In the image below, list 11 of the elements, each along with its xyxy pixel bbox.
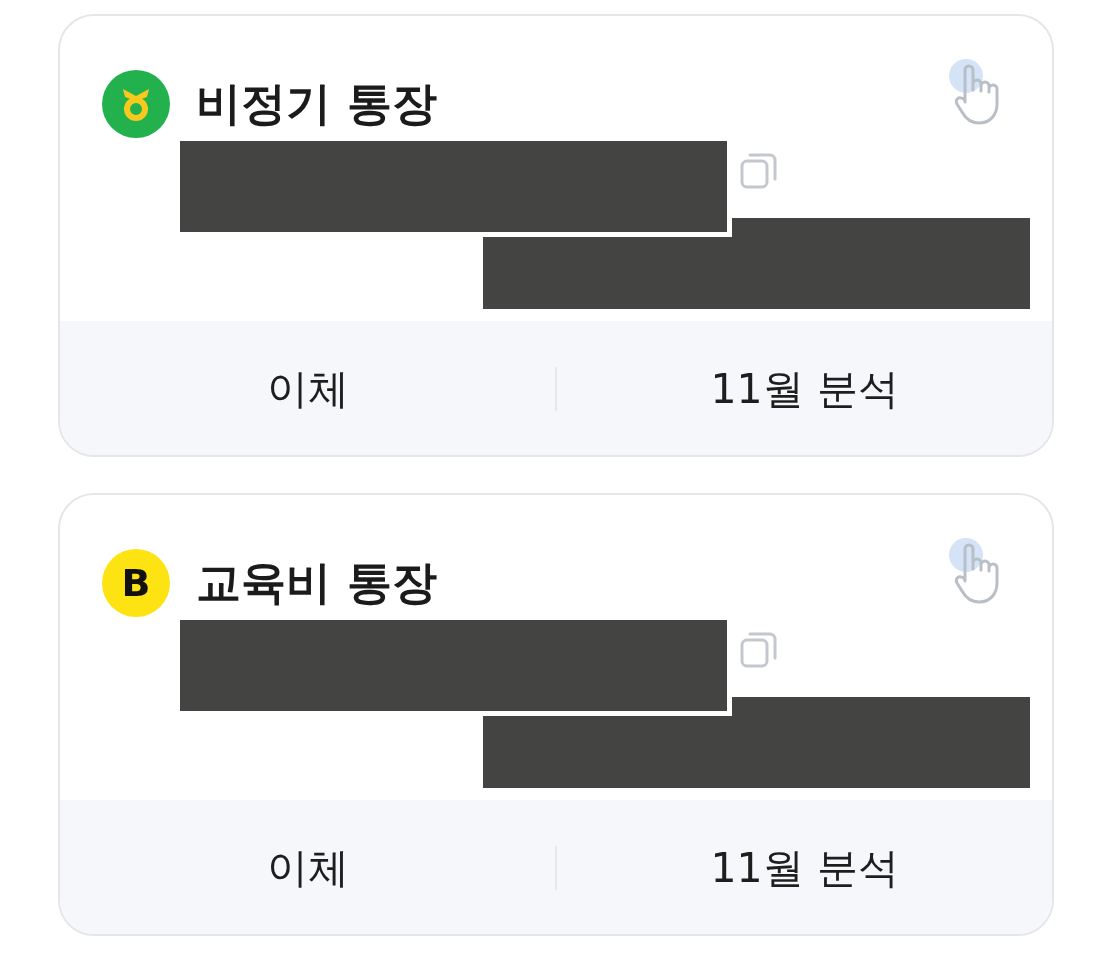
copy-icon[interactable] [740,630,778,668]
bank-logo: B [102,549,170,617]
account-title: 교육비 통장 [196,555,437,611]
footer-action-button[interactable]: 이체 [266,840,349,896]
pointing-hand-icon[interactable] [948,537,1000,605]
footer-action-button[interactable]: 11월 분석 [710,840,899,896]
footer-action-button[interactable]: 11월 분석 [710,361,899,417]
footer-action-button[interactable]: 이체 [266,361,349,417]
pointing-hand-icon[interactable] [948,58,1000,126]
copy-icon[interactable] [740,151,778,189]
account-title: 비정기 통장 [196,76,437,132]
